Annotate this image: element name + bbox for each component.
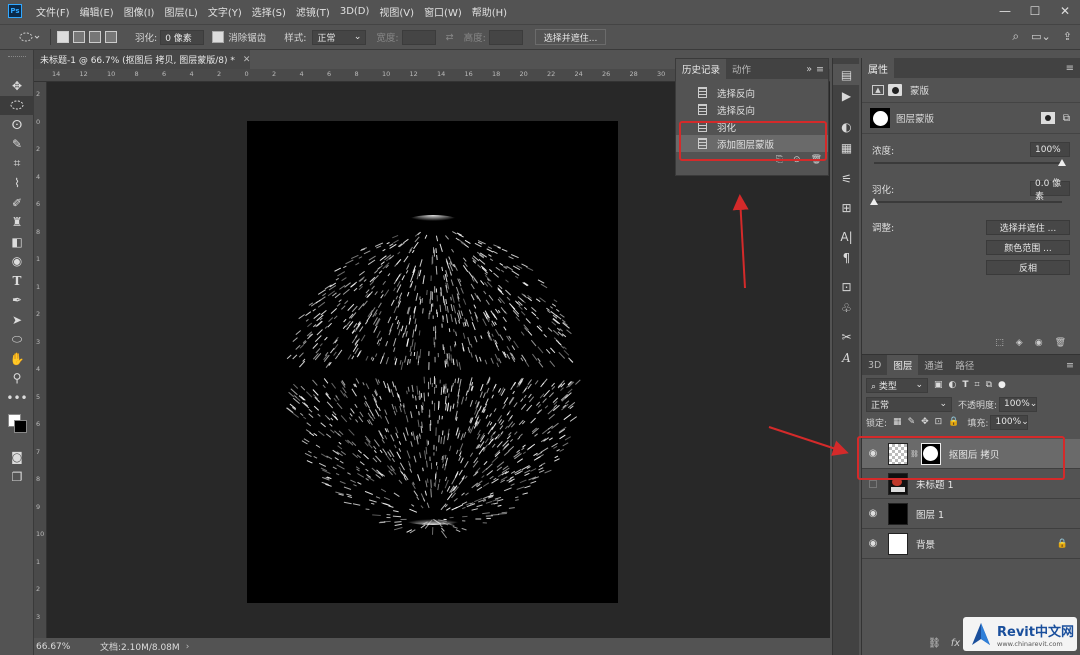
annotation-arrow-right <box>768 426 849 456</box>
watermark-brand: Revit中文网 <box>997 624 1074 640</box>
watermark-url: www.chinarevit.com <box>997 639 1063 648</box>
annotation-arrows <box>732 194 849 456</box>
watermark-logo: Revit中文网 www.chinarevit.com <box>963 617 1077 651</box>
revit-logo-icon <box>972 623 990 645</box>
annotation-arrow-up <box>732 194 749 289</box>
